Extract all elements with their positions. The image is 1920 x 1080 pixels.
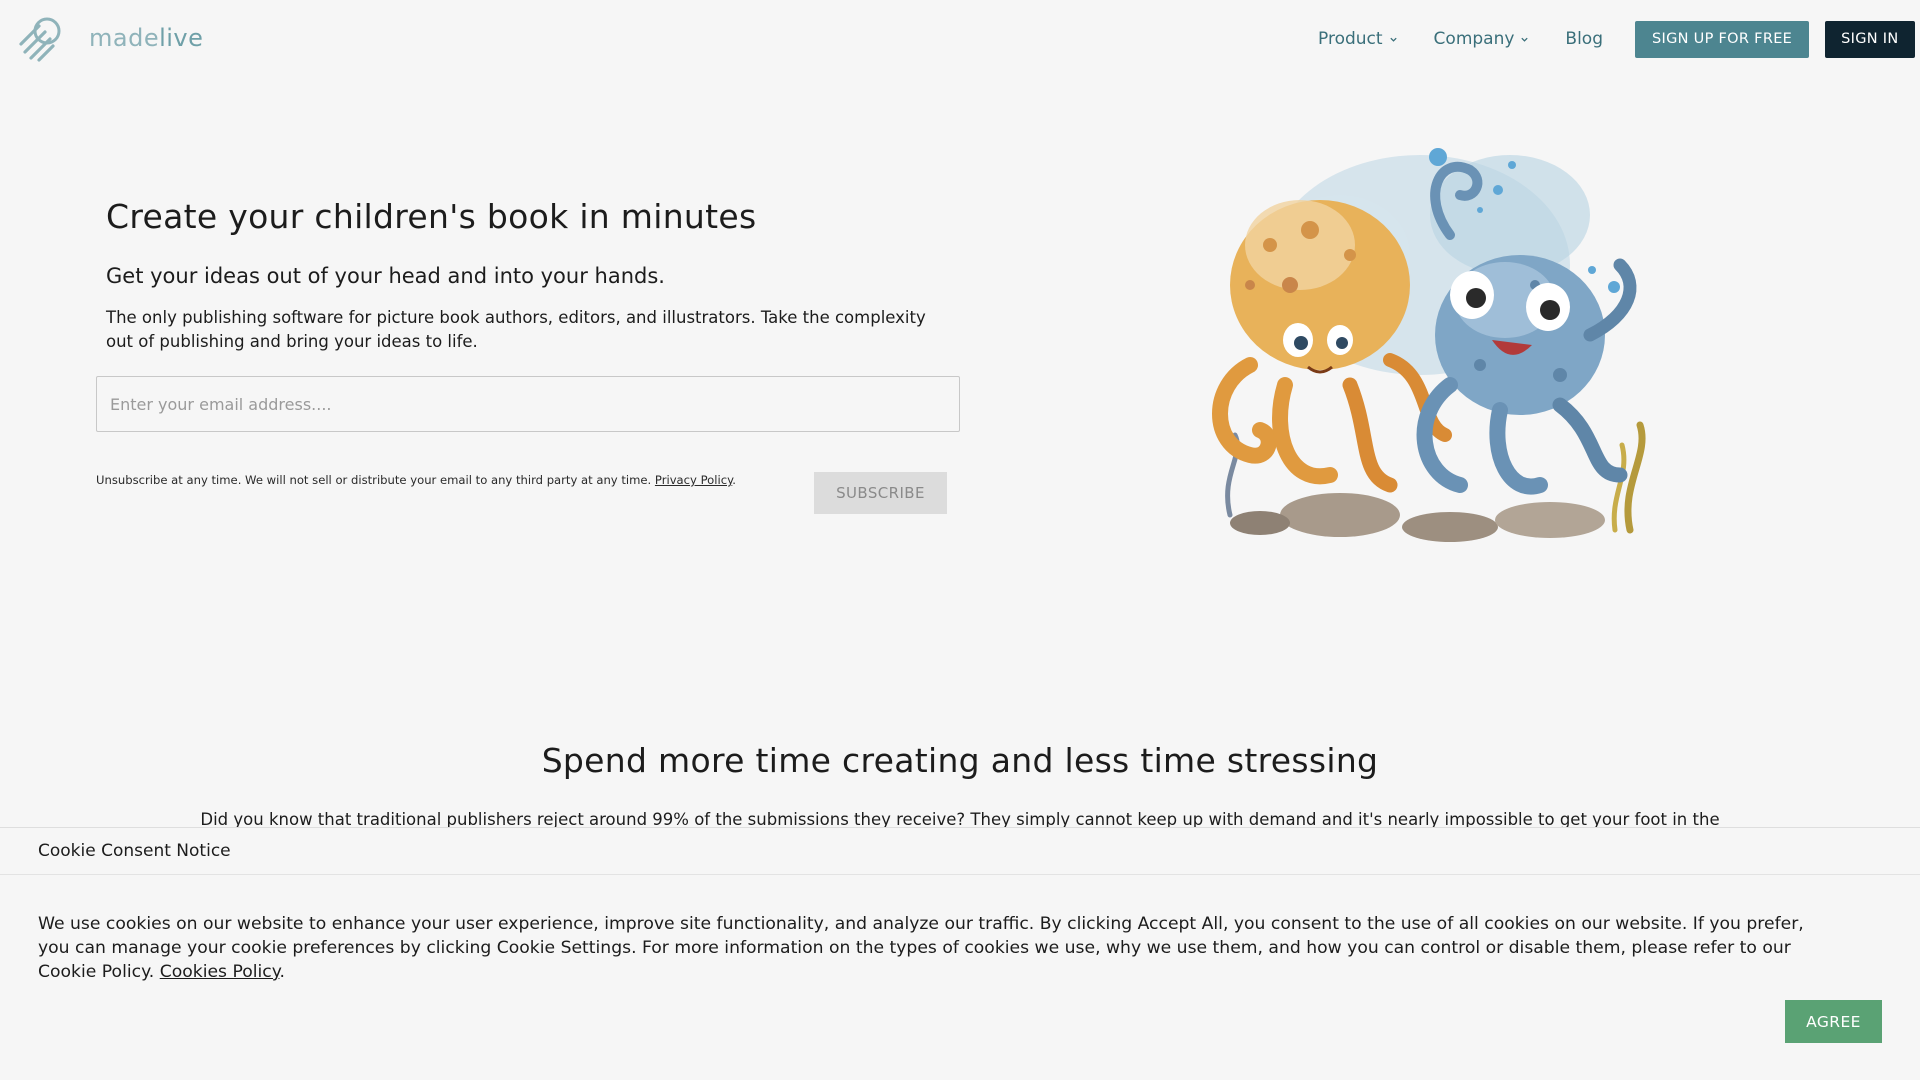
octopus-illustration (1212, 148, 1646, 542)
hero-subtitle: Get your ideas out of your head and into… (106, 264, 665, 288)
nav-blog[interactable]: Blog (1565, 29, 1603, 49)
subscribe-disclaimer: Unsubscribe at any time. We will not sel… (96, 473, 736, 487)
logo[interactable]: madelive (17, 14, 203, 62)
cookie-body: We use cookies on our website to enhance… (38, 914, 1804, 982)
nav-product-label: Product (1318, 29, 1383, 49)
subscribe-button[interactable]: SUBSCRIBE (814, 472, 947, 514)
nav-blog-label: Blog (1565, 29, 1603, 49)
disclaimer-text: Unsubscribe at any time. We will not sel… (96, 473, 652, 487)
sign-in-button[interactable]: SIGN IN (1825, 20, 1915, 58)
cookie-header: Cookie Consent Notice (0, 828, 1920, 875)
hero-description: The only publishing software for picture… (106, 308, 926, 351)
section-title: Spend more time creating and less time s… (541, 741, 1379, 780)
cookies-policy-link[interactable]: Cookies Policy (160, 962, 280, 982)
nav-company[interactable]: Company (1434, 29, 1530, 49)
chevron-down-icon (1389, 37, 1397, 42)
email-input[interactable] (96, 376, 960, 432)
cookie-body-text: We use cookies on our website to enhance… (38, 914, 1804, 982)
privacy-policy-link[interactable]: Privacy Policy (655, 473, 732, 487)
logo-wordmark: madelive (89, 24, 204, 52)
madelive-logo-icon (19, 17, 61, 62)
cookie-consent-banner: Cookie Consent Notice We use cookies on … (0, 827, 1920, 1080)
main-nav: Product Company Blog SIGN UP FOR FREE SI… (1300, 20, 1915, 58)
site-header: madelive Product Company Blog SIGN UP FO… (0, 0, 1920, 78)
agree-button[interactable]: AGREE (1785, 1000, 1882, 1043)
cookie-title: Cookie Consent Notice (38, 841, 231, 861)
sign-up-button[interactable]: SIGN UP FOR FREE (1635, 20, 1810, 58)
nav-product[interactable]: Product (1318, 29, 1398, 49)
nav-company-label: Company (1433, 29, 1515, 49)
chevron-down-icon (1521, 37, 1529, 42)
hero-title: Create your children's book in minutes (106, 197, 757, 236)
